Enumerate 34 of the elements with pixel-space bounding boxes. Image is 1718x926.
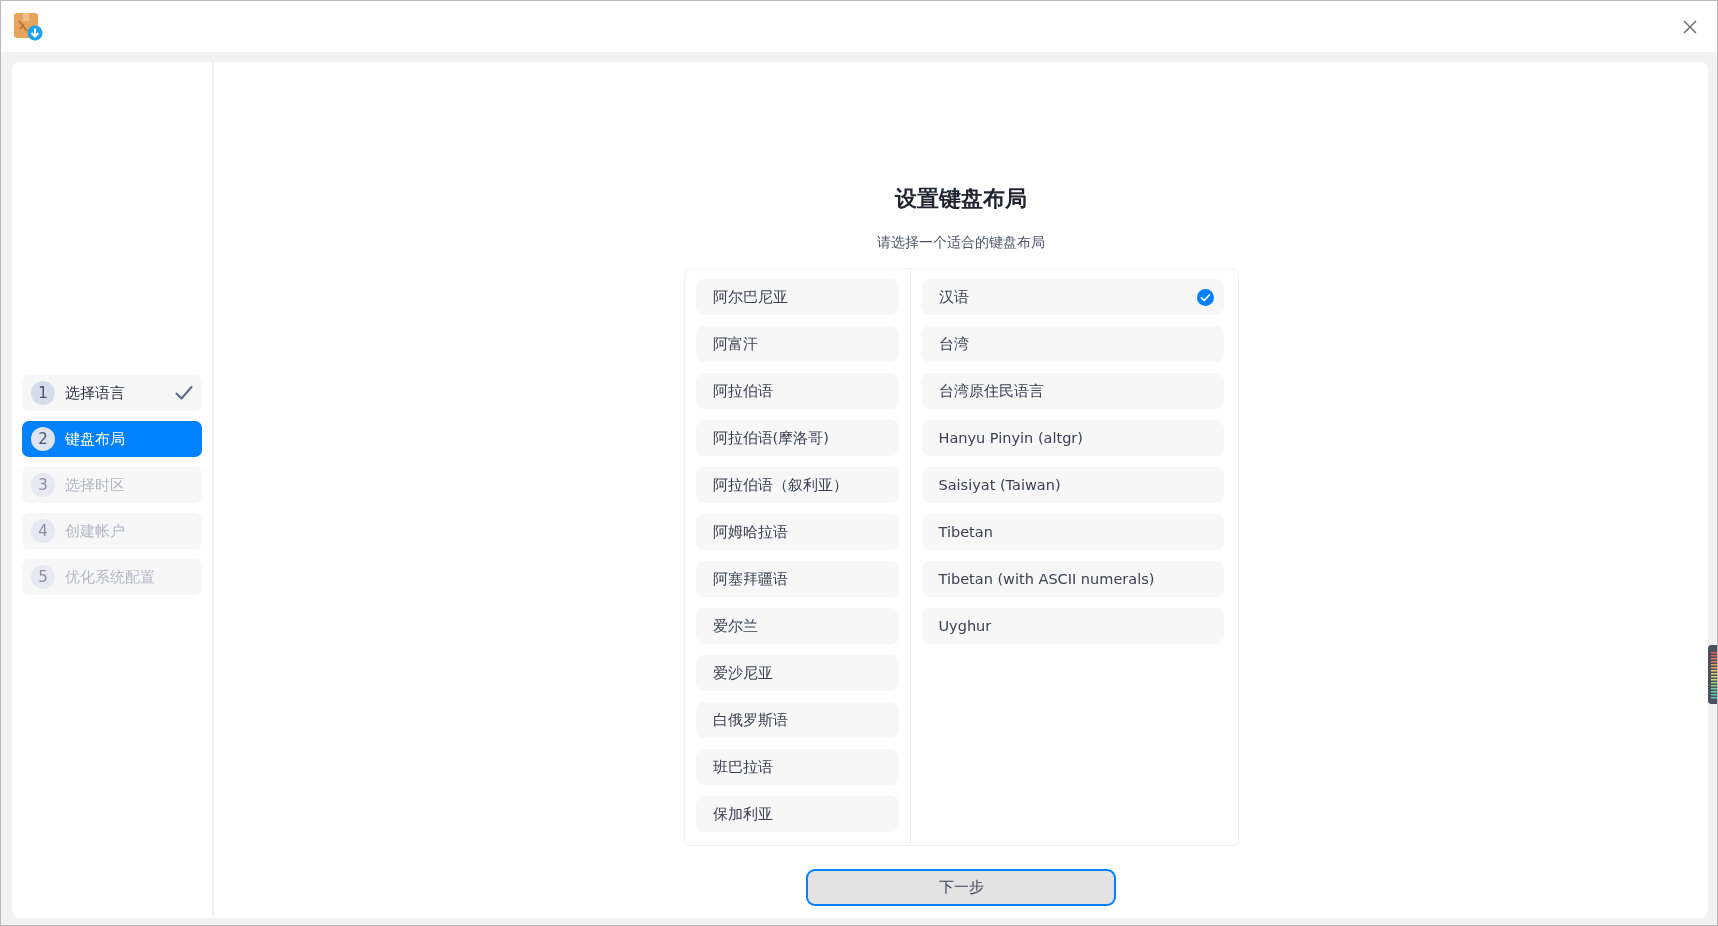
layout-option[interactable]: 阿拉伯语(摩洛哥) bbox=[695, 420, 899, 456]
step-item[interactable]: 2 键盘布局 bbox=[22, 421, 202, 457]
layout-option[interactable]: 爱尔兰 bbox=[695, 608, 899, 644]
step-number: 4 bbox=[31, 519, 55, 543]
step-item[interactable]: 1 选择语言 bbox=[22, 375, 202, 411]
layout-option[interactable]: Uyghur bbox=[921, 608, 1224, 644]
page-title: 设置键盘布局 bbox=[895, 185, 1027, 213]
package-download-icon bbox=[13, 11, 43, 42]
layout-option[interactable]: 阿姆哈拉语 bbox=[695, 514, 899, 550]
layout-option[interactable]: 阿尔巴尼亚 bbox=[695, 279, 899, 315]
volume-meter-drawing bbox=[1708, 645, 1717, 704]
layout-option[interactable]: 白俄罗斯语 bbox=[695, 702, 899, 738]
step-number: 1 bbox=[31, 381, 55, 405]
layout-option[interactable]: 台湾 bbox=[921, 326, 1224, 362]
layout-option[interactable]: Tibetan bbox=[921, 514, 1224, 550]
layout-option[interactable]: 保加利亚 bbox=[695, 796, 899, 832]
layout-option[interactable]: Saisiyat (Taiwan) bbox=[921, 467, 1224, 503]
page-subtitle: 请选择一个适合的键盘布局 bbox=[877, 233, 1045, 252]
layout-option[interactable]: 班巴拉语 bbox=[695, 749, 899, 785]
layout-option[interactable]: 台湾原住民语言 bbox=[921, 373, 1224, 409]
layout-option[interactable]: Hanyu Pinyin (altgr) bbox=[921, 420, 1224, 456]
layout-option[interactable]: 阿塞拜疆语 bbox=[695, 561, 899, 597]
layout-option[interactable]: 汉语 bbox=[921, 279, 1224, 315]
step-number: 5 bbox=[31, 565, 55, 589]
layout-option[interactable]: 阿拉伯语 bbox=[695, 373, 899, 409]
close-icon bbox=[1683, 19, 1697, 34]
layout-option[interactable]: 爱沙尼亚 bbox=[695, 655, 899, 691]
layout-option[interactable]: Tibetan (with ASCII numerals) bbox=[921, 561, 1224, 597]
next-button[interactable]: 下一步 bbox=[806, 869, 1116, 906]
layout-option[interactable]: 阿拉伯语（叙利亚） bbox=[695, 467, 899, 503]
layout-option[interactable]: 阿富汗 bbox=[695, 326, 899, 362]
step-number: 2 bbox=[31, 427, 55, 451]
step-number: 3 bbox=[31, 473, 55, 497]
check-circle-icon bbox=[1196, 288, 1214, 306]
